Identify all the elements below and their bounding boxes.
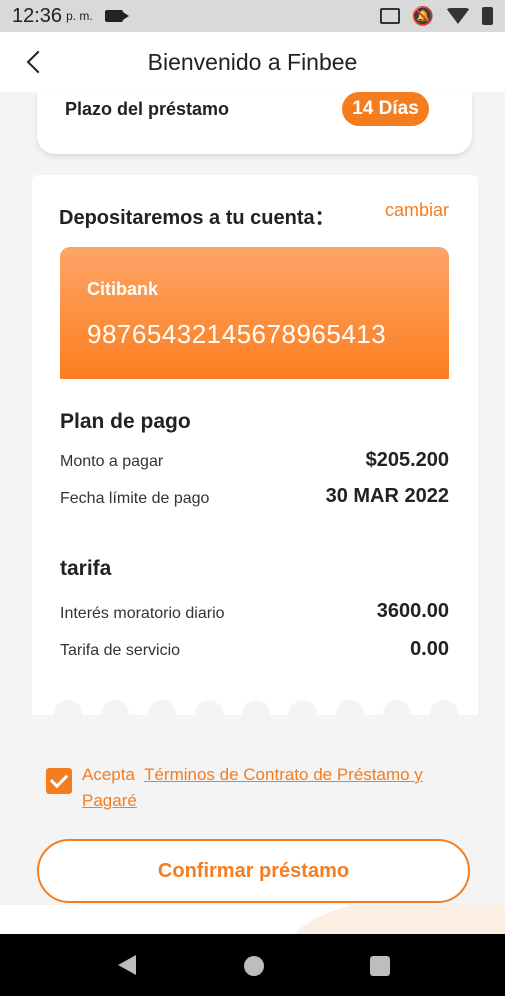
- loan-term-card: Plazo del préstamo 14 Días: [37, 92, 472, 154]
- amount-due-value: $205.200: [365, 449, 449, 471]
- scallop-dot: [195, 700, 223, 728]
- nav-back-icon[interactable]: [118, 955, 136, 975]
- back-arrow-icon[interactable]: [24, 48, 46, 76]
- payment-plan-title: Plan de pago: [60, 410, 191, 433]
- scallop-dot: [148, 700, 176, 728]
- fees-title: tarifa: [60, 557, 112, 580]
- loan-term-label: Plazo del préstamo: [65, 99, 230, 119]
- late-interest-label: Interés moratorio diario: [60, 605, 225, 622]
- bank-account-card: Citibank 98765432145678965413: [60, 247, 449, 379]
- camera-icon: [104, 10, 129, 22]
- confirm-loan-button[interactable]: Confirmar préstamo: [37, 839, 470, 903]
- loan-term-badge: 14 Días: [342, 92, 429, 126]
- late-interest-value: 3600.00: [376, 600, 449, 622]
- system-nav-bar: [0, 934, 505, 996]
- wifi-icon: [446, 8, 470, 24]
- scallop-dot: [289, 700, 317, 728]
- status-time: 12:36: [12, 4, 63, 27]
- scallop-dot: [430, 700, 458, 728]
- loan-details-card: Depositaremos a tu cuenta： cambiar Citib…: [32, 175, 478, 715]
- bell-off-icon: 🔕: [411, 5, 434, 26]
- due-date-label: Fecha límite de pago: [60, 490, 210, 507]
- change-account-link[interactable]: cambiar: [385, 200, 449, 221]
- service-fee-value: 0.00: [410, 638, 449, 660]
- card-scallop-edge: [32, 700, 478, 728]
- status-icons: 🔕: [379, 5, 493, 27]
- status-bar: 12:36 p. m. 🔕: [0, 0, 505, 32]
- page-title: Bienvenido a Finbee: [147, 48, 358, 75]
- due-date-value: 30 MAR 2022: [325, 485, 449, 507]
- app-header: Bienvenido a Finbee: [0, 32, 505, 92]
- scallop-dot: [101, 700, 129, 728]
- scallop-dot: [336, 700, 364, 728]
- terms-checkbox[interactable]: [46, 768, 72, 794]
- terms-text: Acepta Términos de Contrato de Préstamo …: [82, 762, 462, 814]
- service-fee-label: Tarifa de servicio: [60, 642, 181, 659]
- nav-recent-icon[interactable]: [370, 956, 390, 976]
- bank-name: Citibank: [87, 279, 159, 299]
- battery-icon: [482, 7, 493, 25]
- account-number: 98765432145678965413: [87, 319, 387, 349]
- cast-icon: [379, 8, 400, 24]
- bottom-decoration: [0, 905, 505, 934]
- scallop-dot: [383, 700, 411, 728]
- scallop-dot: [54, 700, 82, 728]
- deposit-label: Depositaremos a tu cuenta：: [59, 207, 335, 229]
- nav-home-icon[interactable]: [244, 956, 264, 976]
- scallop-dot: [242, 700, 270, 728]
- amount-due-label: Monto a pagar: [60, 453, 164, 470]
- status-ampm: p. m.: [66, 9, 93, 23]
- terms-prefix: Acepta: [82, 765, 135, 784]
